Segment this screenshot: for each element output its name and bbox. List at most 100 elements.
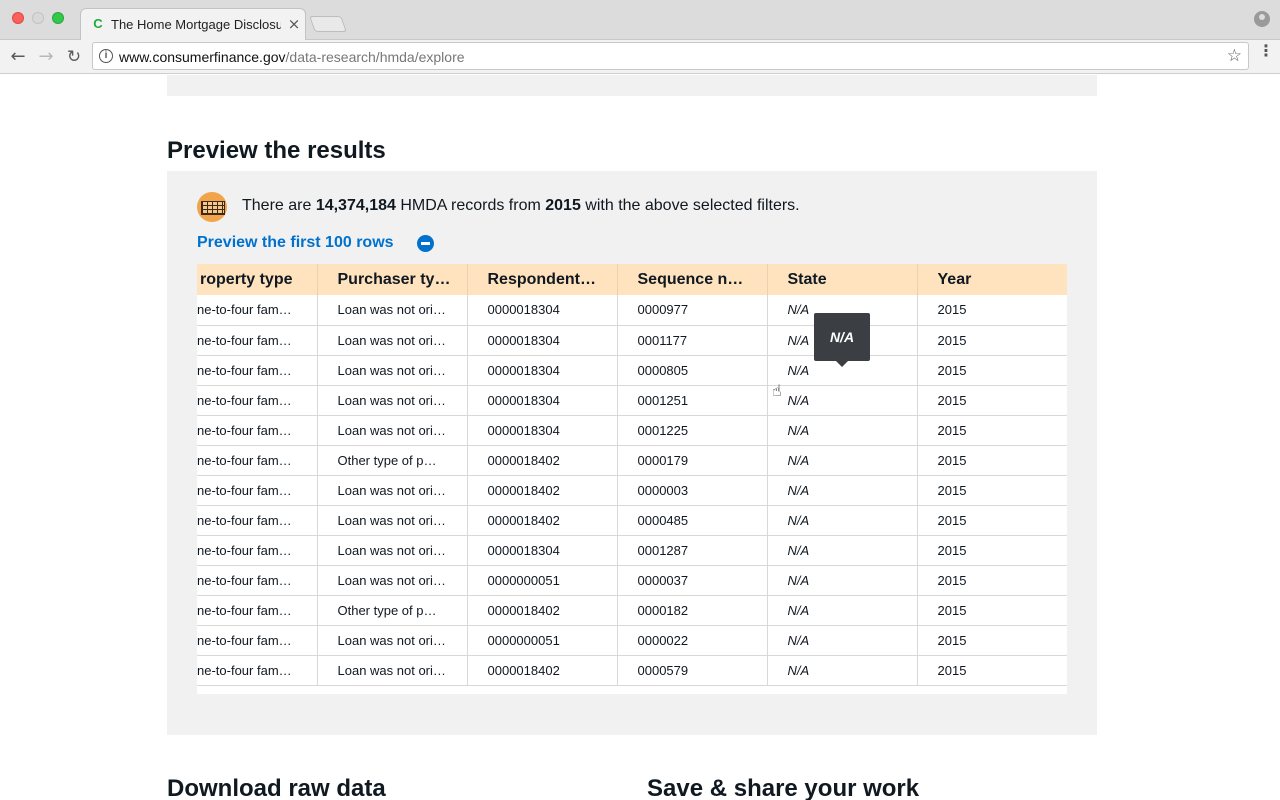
column-header[interactable]: Year [917,264,1067,295]
table-cell[interactable]: N/A [767,505,918,536]
table-cell[interactable]: 2015 [917,355,1067,386]
table-cell[interactable]: 0000018304 [467,385,618,416]
table-cell[interactable]: 0001287 [617,535,768,566]
table-cell[interactable]: 0000000051 [467,625,618,656]
url-text[interactable]: www.consumerfinance.gov/data-research/hm… [119,49,465,65]
table-cell[interactable]: 2015 [917,505,1067,536]
table-cell[interactable]: N/A [767,565,918,596]
table-cell[interactable]: ne-to-four fam… [197,415,318,446]
table-cell[interactable]: 2015 [917,565,1067,596]
table-cell[interactable]: 2015 [917,595,1067,626]
table-cell[interactable]: 0000579 [617,655,768,686]
table-cell[interactable]: 0000000051 [467,565,618,596]
table-cell[interactable]: 0001177 [617,325,768,356]
table-cell[interactable]: 0000977 [617,295,768,326]
table-cell[interactable]: Loan was not ori… [317,535,468,566]
table-cell[interactable]: ne-to-four fam… [197,655,318,686]
table-cell[interactable]: Loan was not ori… [317,355,468,386]
table-cell[interactable]: 0000179 [617,445,768,476]
column-header[interactable]: Sequence n… [617,264,768,295]
table-cell[interactable]: 2015 [917,655,1067,686]
table-cell[interactable]: Loan was not ori… [317,385,468,416]
table-cell[interactable]: 2015 [917,475,1067,506]
table-cell[interactable]: 2015 [917,385,1067,416]
bookmark-star-icon[interactable]: ☆ [1227,46,1242,66]
table-cell[interactable]: Loan was not ori… [317,475,468,506]
table-cell[interactable]: N/A [767,625,918,656]
preview-rows-link[interactable]: Preview the first 100 rows [197,234,394,252]
table-cell[interactable]: Other type of p… [317,595,468,626]
tab-close-icon[interactable]: × [286,15,302,33]
hand-cursor-icon: ☝ [772,381,782,400]
table-cell[interactable]: ne-to-four fam… [197,595,318,626]
table-cell[interactable]: N/A [767,415,918,446]
table-cell[interactable]: 0000018402 [467,655,618,686]
table-cell[interactable]: Loan was not ori… [317,325,468,356]
table-cell[interactable]: N/A [767,475,918,506]
table-cell[interactable]: 0000485 [617,505,768,536]
table-cell[interactable]: 0000018402 [467,505,618,536]
column-header[interactable]: Purchaser ty… [317,264,468,295]
table-cell[interactable]: 0000018304 [467,415,618,446]
table-cell[interactable]: 0001225 [617,415,768,446]
table-cell[interactable]: ne-to-four fam… [197,445,318,476]
maximize-window-button[interactable] [52,12,64,24]
table-cell[interactable]: N/A [767,385,918,416]
table-cell[interactable]: 0000018402 [467,595,618,626]
table-cell[interactable]: ne-to-four fam… [197,625,318,656]
address-bar[interactable]: i www.consumerfinance.gov/data-research/… [92,42,1249,70]
browser-menu-icon[interactable]: ⋮ [1258,43,1274,59]
table-cell[interactable]: 0000018304 [467,325,618,356]
table-cell[interactable]: 0001251 [617,385,768,416]
back-arrow-icon[interactable]: ← [6,45,30,69]
table-cell[interactable]: Loan was not ori… [317,565,468,596]
table-cell[interactable]: 2015 [917,535,1067,566]
collapse-minus-icon[interactable] [417,235,434,252]
table-cell[interactable]: 2015 [917,625,1067,656]
table-cell[interactable]: 0000037 [617,565,768,596]
table-cell[interactable]: Loan was not ori… [317,415,468,446]
table-cell[interactable]: ne-to-four fam… [197,505,318,536]
table-cell[interactable]: ne-to-four fam… [197,565,318,596]
table-cell[interactable]: ne-to-four fam… [197,325,318,356]
reload-icon[interactable]: ↻ [62,45,86,69]
close-window-button[interactable] [12,12,24,24]
table-cell[interactable]: 0000018304 [467,295,618,326]
column-header[interactable]: State [767,264,918,295]
table-cell[interactable]: ne-to-four fam… [197,475,318,506]
table-cell[interactable]: ne-to-four fam… [197,295,318,326]
table-cell[interactable]: 2015 [917,325,1067,356]
column-header[interactable]: Respondent… [467,264,618,295]
table-cell[interactable]: 0000018304 [467,535,618,566]
table-cell[interactable]: Loan was not ori… [317,655,468,686]
table-cell[interactable]: ne-to-four fam… [197,535,318,566]
browser-tab-active[interactable]: C The Home Mortgage Disclosur × [80,8,306,40]
table-cell[interactable]: 2015 [917,415,1067,446]
table-cell[interactable]: 0000018402 [467,445,618,476]
profile-icon[interactable] [1254,11,1270,27]
table-cell[interactable]: 0000018402 [467,475,618,506]
minimize-window-button[interactable] [32,12,44,24]
table-cell[interactable]: Loan was not ori… [317,625,468,656]
preview-table-scroll[interactable]: roperty type Purchaser ty… Respondent… Sequ… [197,264,1067,694]
table-cell[interactable]: N/A [767,595,918,626]
table-cell[interactable]: Loan was not ori… [317,505,468,536]
table-cell[interactable]: N/A [767,445,918,476]
table-cell[interactable]: ne-to-four fam… [197,385,318,416]
table-cell[interactable]: 2015 [917,295,1067,326]
table-cell[interactable]: 0000003 [617,475,768,506]
table-cell[interactable]: ne-to-four fam… [197,355,318,386]
table-cell[interactable]: Other type of p… [317,445,468,476]
table-cell[interactable]: N/A [767,535,918,566]
table-cell[interactable]: 0000018304 [467,355,618,386]
new-tab-button[interactable] [309,16,347,32]
table-cell[interactable]: Loan was not ori… [317,295,468,326]
table-cell[interactable]: 0000805 [617,355,768,386]
table-cell[interactable]: N/A [767,655,918,686]
table-cell[interactable]: 0000182 [617,595,768,626]
table-cell[interactable]: 2015 [917,445,1067,476]
column-header[interactable]: roperty type [197,264,318,295]
site-info-icon[interactable]: i [99,49,113,63]
forward-arrow-icon[interactable]: → [34,45,58,69]
table-cell[interactable]: 0000022 [617,625,768,656]
